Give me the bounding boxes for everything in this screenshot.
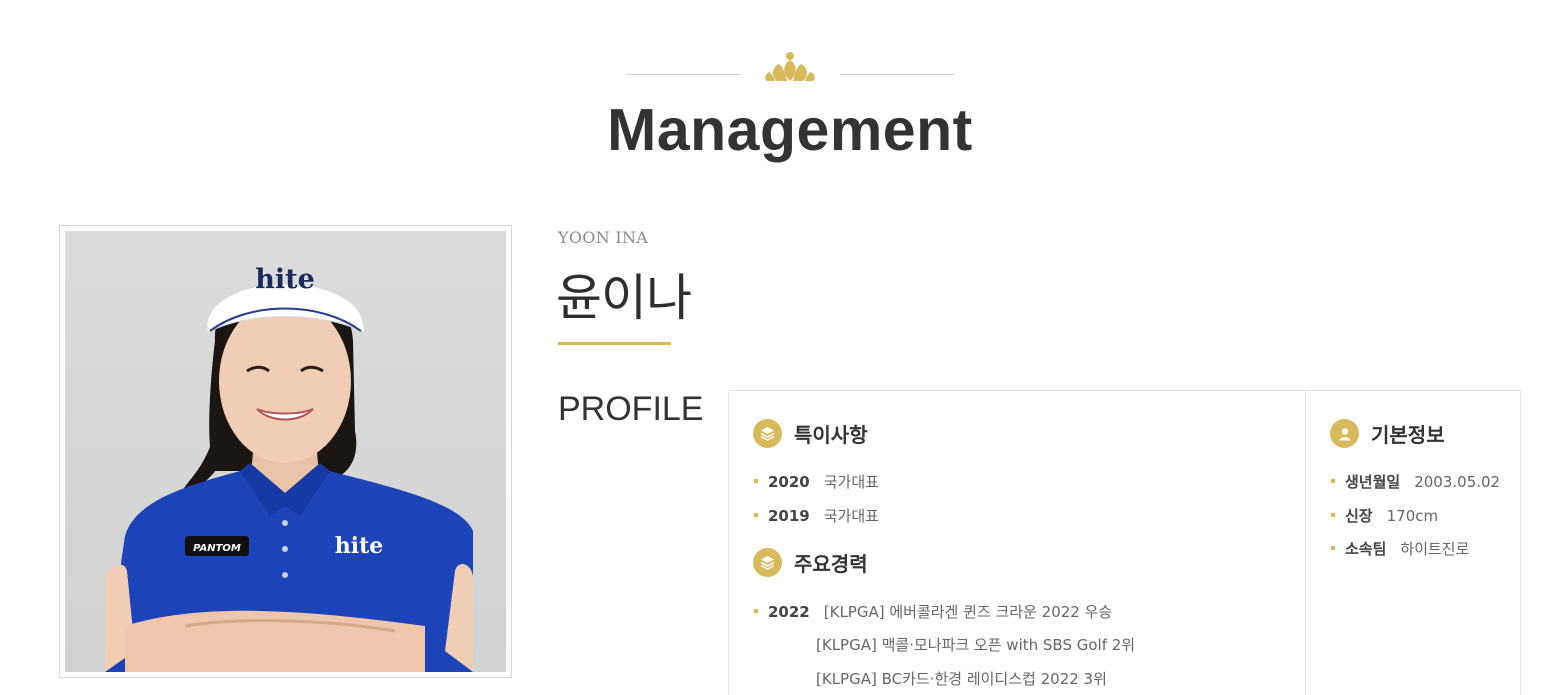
bullet [1331,513,1335,517]
player-photo-frame: hite PANTOM hite [59,225,512,678]
special-section-header: 특이사항 [753,419,868,448]
management-page: Management hite PANTOM hite YOON INA 윤이나… [0,0,1568,695]
layers-icon [753,548,782,577]
bullet [1331,479,1335,483]
name-underline [558,342,671,345]
special-item: 2020 국가대표 [754,471,879,492]
shirt-brand-text: hite [335,533,384,559]
shirt-logo-text: PANTOM [193,543,241,554]
lotus-ornament-icon [763,50,817,82]
basic-info-key: 소속팀 [1345,540,1387,558]
special-item-text: 국가대표 [823,507,879,525]
layers-icon [753,419,782,448]
basic-info-value: 170cm [1386,507,1439,525]
special-item-year: 2019 [768,507,810,525]
career-item-text: [KLPGA] BC카드·한경 레이디스컵 2022 3위 [816,670,1107,688]
career-section-header: 주요경력 [753,548,868,577]
page-title: Management [607,97,973,163]
bullet [1331,546,1335,550]
basic-info-section-header: 기본정보 [1330,419,1445,448]
header-divider-right [840,74,954,75]
header-divider-left [626,74,740,75]
player-photo: hite PANTOM hite [65,231,506,672]
bullet [754,609,758,613]
bullet [754,513,758,517]
basic-info-value: 하이트진로 [1400,540,1470,558]
player-name-english: YOON INA [558,228,649,247]
basic-info-key: 신장 [1345,507,1373,525]
basic-info-key: 생년월일 [1345,473,1401,491]
career-item: 2022 [KLPGA] 에버콜라겐 퀸즈 크라운 2022 우승 [754,601,1112,622]
special-section-title: 특이사항 [794,423,868,447]
basic-info-item: 생년월일 2003.05.02 [1331,471,1500,492]
special-item-year: 2020 [768,473,810,491]
special-item-text: 국가대표 [823,473,879,491]
player-name-korean: 윤이나 [556,269,692,327]
basic-info-section-title: 기본정보 [1371,423,1445,447]
user-icon [1330,419,1359,448]
profile-column-divider [1305,390,1306,695]
career-item-text: [KLPGA] 맥콜·모나파크 오픈 with SBS Golf 2위 [816,636,1136,654]
basic-info-value: 2003.05.02 [1414,473,1501,491]
profile-label: PROFILE [558,390,704,428]
career-section-title: 주요경력 [794,552,868,576]
special-item: 2019 국가대표 [754,505,879,526]
career-item-text: [KLPGA] 에버콜라겐 퀸즈 크라운 2022 우승 [823,603,1113,621]
career-item-year: 2022 [768,603,810,621]
basic-info-item: 소속팀 하이트진로 [1331,538,1469,559]
basic-info-item: 신장 170cm [1331,505,1438,526]
bullet [754,479,758,483]
visor-brand-text: hite [255,264,315,295]
